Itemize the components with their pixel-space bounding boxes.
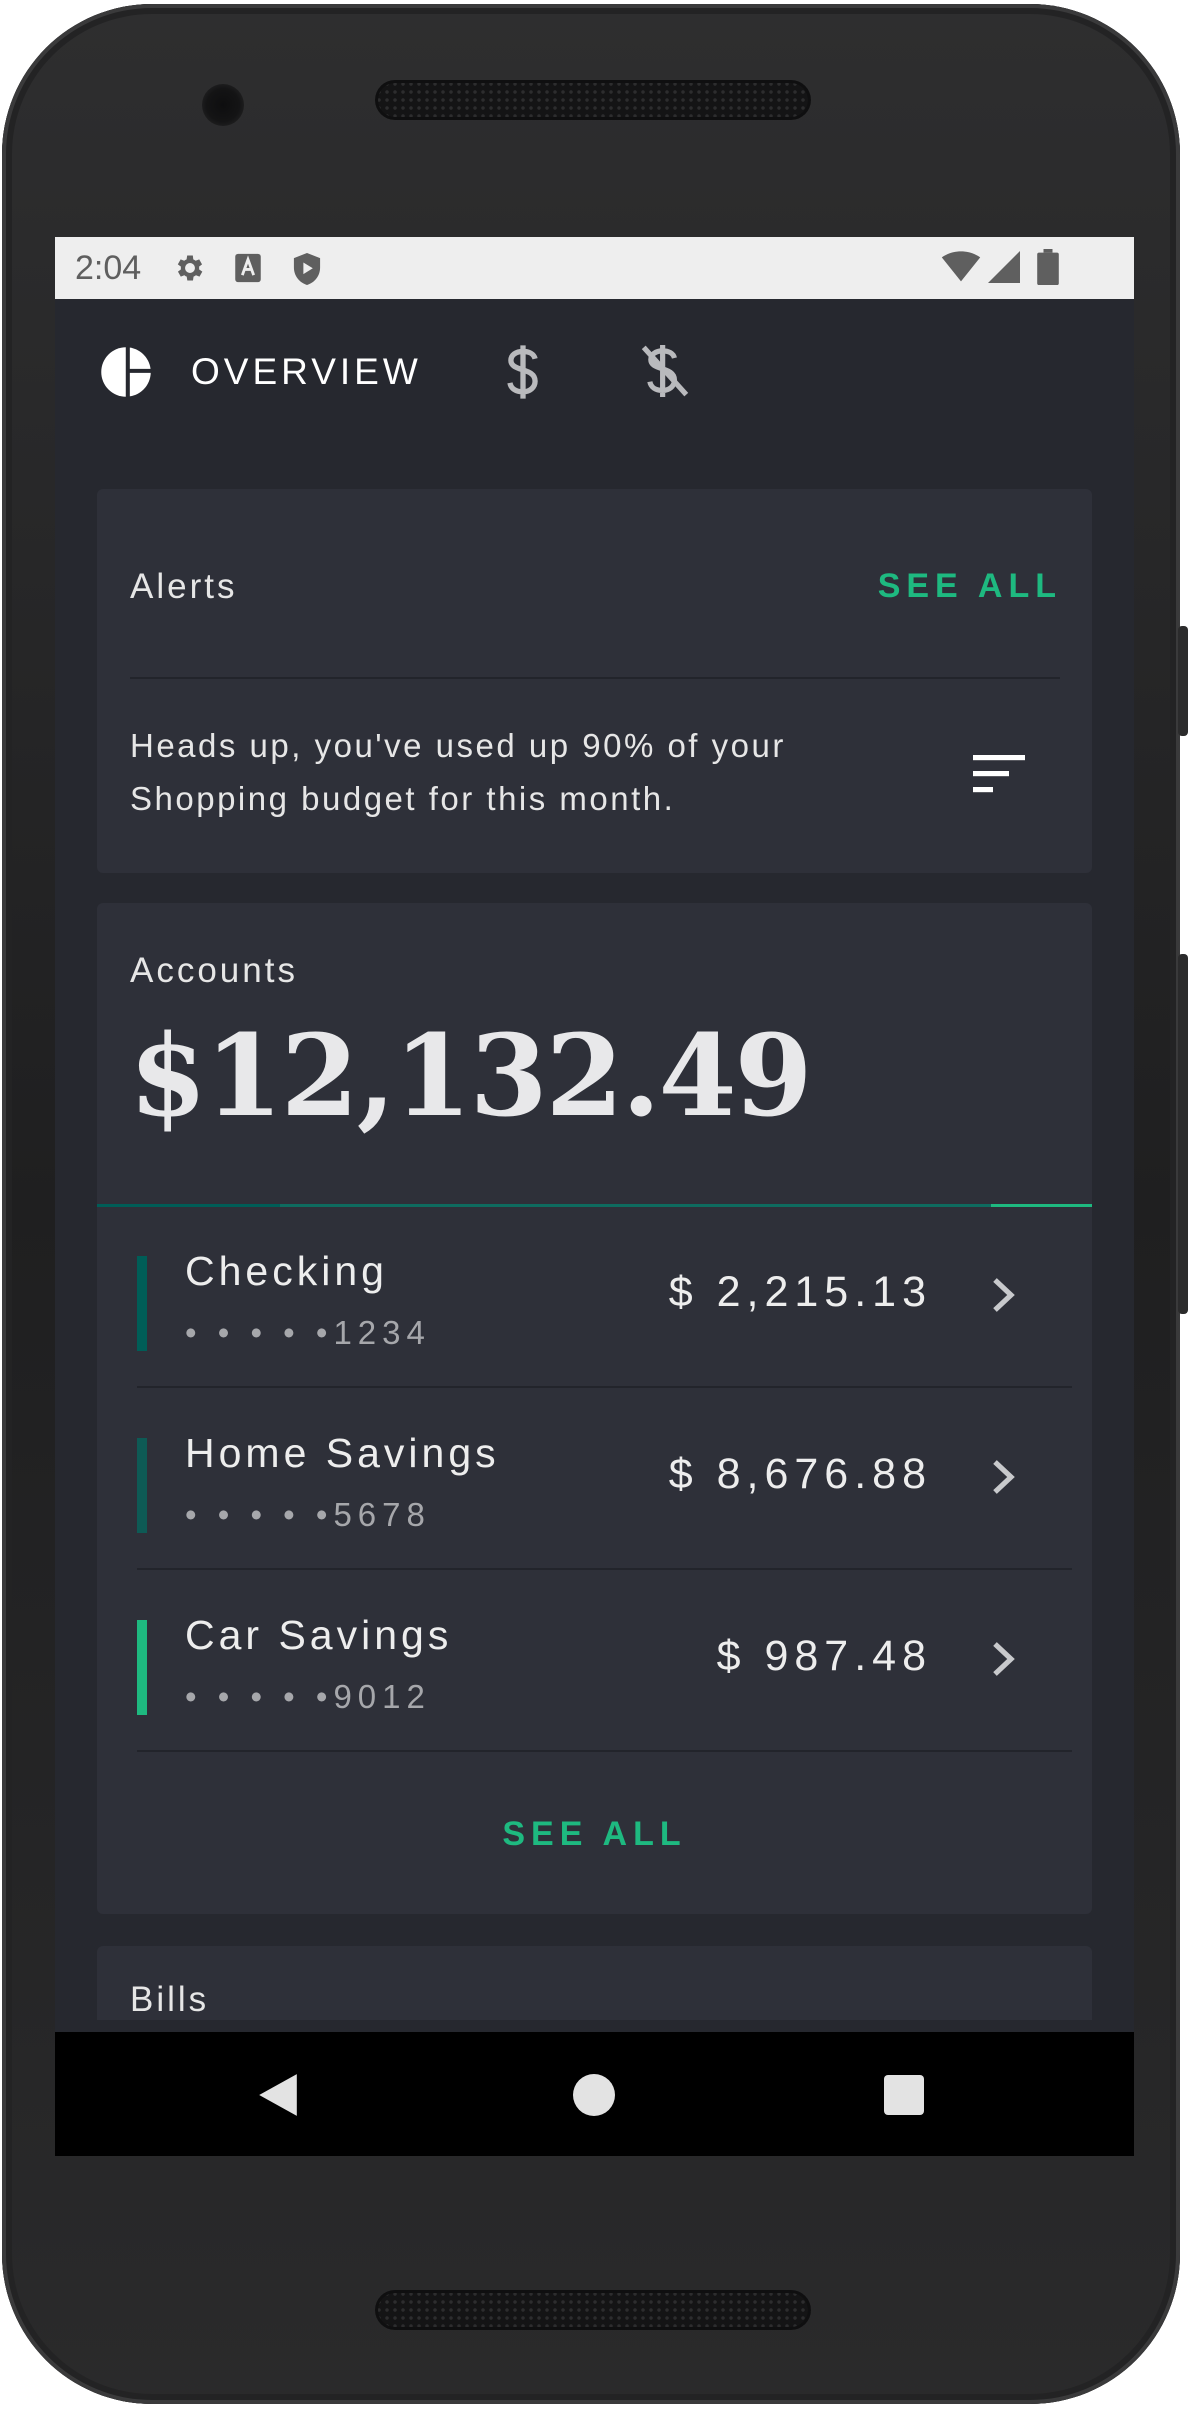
accounts-card: Accounts $12,132.49 Checking • • • • •12… bbox=[97, 903, 1092, 1914]
chevron-right-icon bbox=[993, 1278, 1015, 1312]
account-row-home-savings[interactable]: Home Savings • • • • •5678 $ 8,676.88 bbox=[137, 1388, 1072, 1570]
pie-chart-icon bbox=[101, 346, 153, 399]
top-tabs: OVERVIEW bbox=[55, 299, 1134, 449]
signal-icon bbox=[988, 251, 1020, 283]
battery-icon bbox=[1037, 249, 1059, 285]
alerts-see-all-button[interactable]: SEE ALL bbox=[878, 567, 1062, 606]
gear-icon bbox=[177, 255, 203, 281]
alerts-divider bbox=[130, 677, 1060, 679]
status-time: 2:04 bbox=[75, 249, 142, 287]
top-speaker bbox=[375, 80, 811, 120]
phone-frame: 2:04 OVERVIEW Alerts SEE ALL Heads up, y… bbox=[2, 4, 1188, 2404]
accounts-title: Accounts bbox=[130, 951, 298, 990]
account-number: • • • • •1234 bbox=[185, 1314, 431, 1351]
account-number: • • • • •5678 bbox=[185, 1496, 431, 1533]
home-icon[interactable] bbox=[573, 2074, 615, 2116]
bills-card: Bills bbox=[97, 1946, 1092, 2020]
status-bar: 2:04 bbox=[55, 237, 1134, 299]
volume-button bbox=[1178, 954, 1188, 1314]
money-off-icon[interactable] bbox=[639, 341, 691, 401]
accounts-total: $12,132.49 bbox=[129, 1011, 812, 1142]
account-name: Checking bbox=[185, 1248, 388, 1294]
chevron-right-icon bbox=[993, 1460, 1015, 1494]
wifi-icon bbox=[941, 251, 981, 282]
account-divider bbox=[137, 1750, 1072, 1752]
tab-overview-label: OVERVIEW bbox=[191, 351, 422, 392]
back-icon[interactable] bbox=[257, 2072, 299, 2118]
screen: 2:04 OVERVIEW Alerts SEE ALL Heads up, y… bbox=[55, 237, 1134, 2156]
account-amount: $ 8,676.88 bbox=[668, 1450, 932, 1498]
bottom-speaker bbox=[375, 2290, 811, 2330]
account-amount: $ 2,215.13 bbox=[668, 1268, 932, 1316]
alert-message: Heads up, you've used up 90% of your Sho… bbox=[130, 727, 786, 817]
account-name: Car Savings bbox=[185, 1612, 453, 1658]
a-icon bbox=[235, 253, 261, 283]
recents-icon[interactable] bbox=[884, 2075, 924, 2115]
accounts-see-all-button[interactable]: SEE ALL bbox=[97, 1815, 1092, 1854]
alerts-title: Alerts bbox=[130, 567, 238, 606]
chevron-right-icon bbox=[993, 1642, 1015, 1676]
alerts-card: Alerts SEE ALL Heads up, you've used up … bbox=[97, 489, 1092, 873]
system-nav-bar bbox=[55, 2032, 1134, 2156]
account-amount: $ 987.48 bbox=[716, 1632, 932, 1680]
account-color-bar bbox=[137, 1620, 147, 1715]
dollar-icon[interactable] bbox=[503, 343, 543, 401]
sort-icon[interactable] bbox=[973, 755, 1025, 793]
account-row-checking[interactable]: Checking • • • • •1234 $ 2,215.13 bbox=[137, 1206, 1072, 1388]
bills-title: Bills bbox=[130, 1980, 210, 2019]
account-color-bar bbox=[137, 1438, 147, 1533]
account-name: Home Savings bbox=[185, 1430, 500, 1476]
account-number: • • • • •9012 bbox=[185, 1678, 431, 1715]
power-button bbox=[1178, 626, 1188, 736]
play-shield-icon bbox=[293, 253, 321, 285]
account-row-car-savings[interactable]: Car Savings • • • • •9012 $ 987.48 bbox=[137, 1570, 1072, 1752]
tab-overview[interactable]: OVERVIEW bbox=[99, 345, 422, 399]
front-camera bbox=[202, 84, 244, 126]
account-color-bar bbox=[137, 1256, 147, 1351]
